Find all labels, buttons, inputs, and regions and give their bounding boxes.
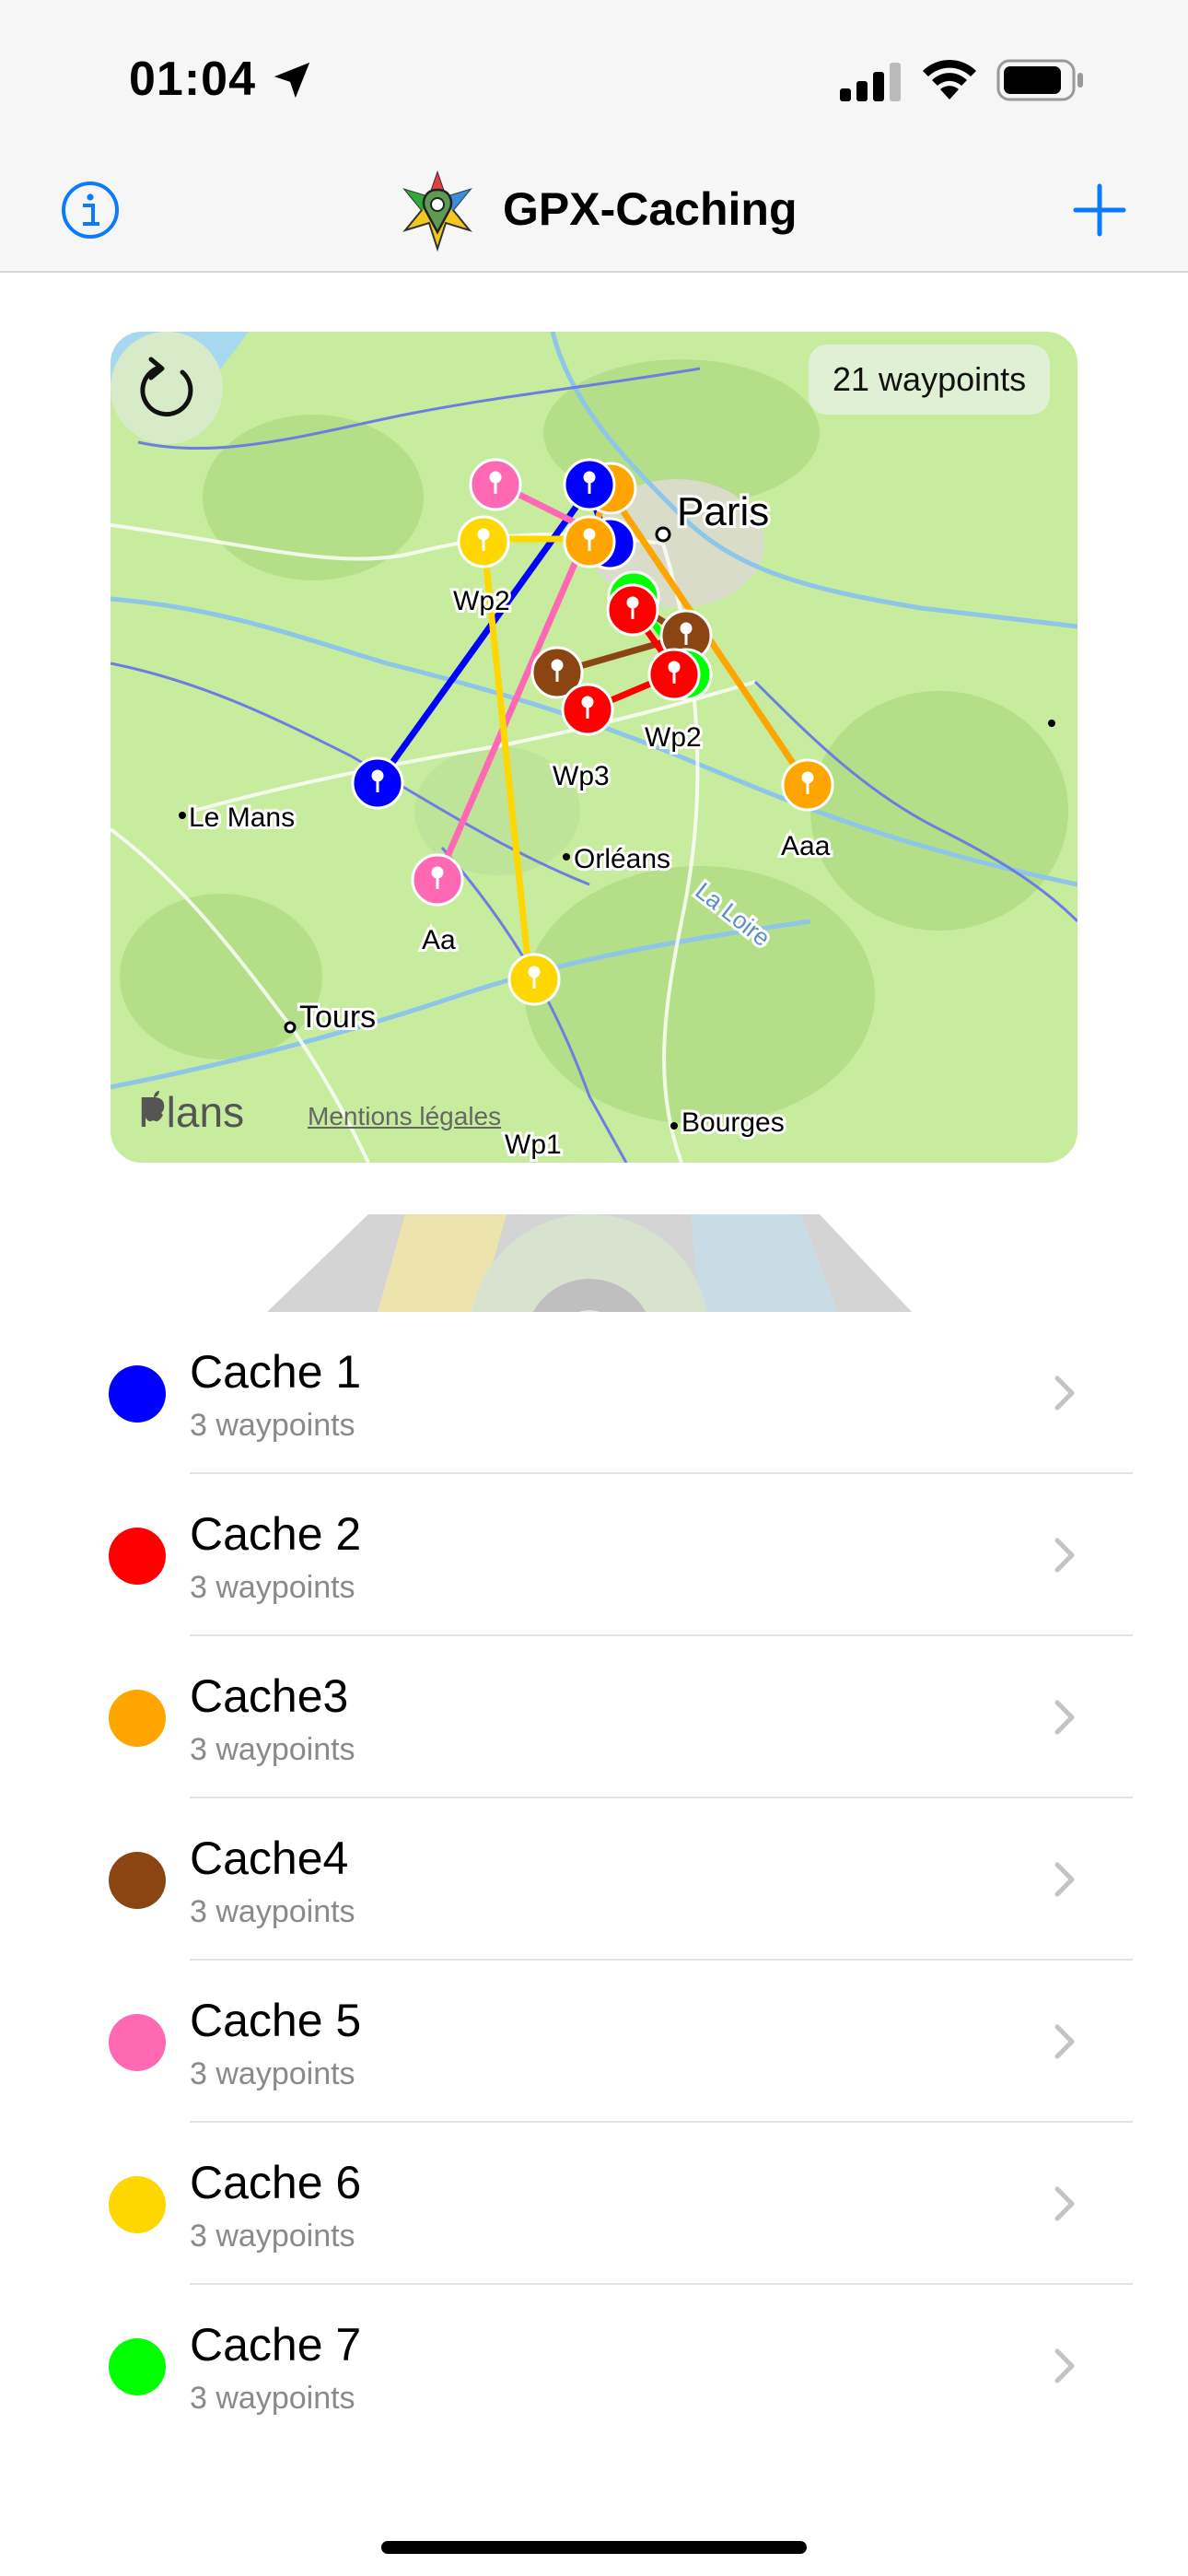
- waypoint-label-aaa: Aaa: [781, 831, 831, 861]
- apple-logo-icon: [142, 1091, 163, 1122]
- list-item[interactable]: Cache4 3 waypoints: [0, 1798, 1188, 1961]
- cache-color-dot: [109, 1528, 166, 1585]
- waypoint-count-badge: 21 waypoints: [809, 345, 1051, 415]
- list-item[interactable]: Cache 7 3 waypoints: [0, 2285, 1188, 2447]
- map-labels: Paris Le Mans Orléans Tours Bourges La L…: [186, 486, 833, 1163]
- list-item[interactable]: Cache 2 3 waypoints: [0, 1474, 1188, 1636]
- chevron-right-icon: [1054, 1376, 1075, 1411]
- cache-color-dot: [109, 2176, 166, 2233]
- cache-list: Cache 1 3 waypoints Cache 2 3 waypoints …: [0, 1312, 1188, 2447]
- list-item[interactable]: Cache 1 3 waypoints: [0, 1312, 1188, 1474]
- cache-name: Cache4: [190, 1832, 349, 1884]
- cache-name: Cache 7: [190, 2319, 362, 2371]
- chevron-right-icon: [1054, 1700, 1075, 1735]
- cache-waypoint-count: 3 waypoints: [190, 2056, 355, 2091]
- cache-color-dot: [109, 2338, 166, 2395]
- cache-color-dot: [109, 1690, 166, 1747]
- add-icon[interactable]: [1072, 182, 1127, 238]
- cache-name: Cache 1: [190, 1346, 362, 1398]
- city-label-paris: Paris: [677, 489, 769, 534]
- home-indicator[interactable]: [381, 2541, 807, 2554]
- waypoint-label-wp2-yellow: Wp2: [453, 586, 510, 616]
- map-view[interactable]: Paris Le Mans Orléans Tours Bourges La L…: [111, 332, 1077, 1163]
- logo-watermark-icon: [267, 1214, 912, 1312]
- chevron-right-icon: [1054, 2024, 1075, 2059]
- list-item[interactable]: Cache 6 3 waypoints: [0, 2123, 1188, 2285]
- list-item[interactable]: Cache 5 3 waypoints: [0, 1961, 1188, 2123]
- chevron-right-icon: [1054, 2348, 1075, 2383]
- cache-waypoint-count: 3 waypoints: [190, 1408, 355, 1443]
- city-label-orleans: Orléans: [574, 844, 670, 874]
- list-item[interactable]: Cache3 3 waypoints: [0, 1636, 1188, 1798]
- cache-waypoint-count: 3 waypoints: [190, 1732, 355, 1767]
- map-attribution: Plans: [138, 1087, 244, 1137]
- navigation-bar: GPX-Caching: [0, 157, 1188, 273]
- page-title: GPX-Caching: [503, 183, 798, 235]
- cache-name: Cache3: [190, 1670, 349, 1722]
- battery-icon: [996, 59, 1083, 101]
- refresh-icon[interactable]: [111, 332, 223, 444]
- waypoint-label-wp3: Wp3: [553, 761, 610, 791]
- chevron-right-icon: [1054, 1862, 1075, 1897]
- cache-color-dot: [109, 1852, 166, 1909]
- legal-link[interactable]: Mentions légales: [308, 1102, 501, 1131]
- wifi-icon: [923, 59, 976, 100]
- cache-waypoint-count: 3 waypoints: [190, 1570, 355, 1605]
- chevron-right-icon: [1054, 2186, 1075, 2221]
- app-logo-icon: [402, 170, 472, 252]
- city-label-le-mans: Le Mans: [189, 802, 295, 833]
- status-time: 01:04: [129, 53, 256, 106]
- chevron-right-icon: [1054, 1538, 1075, 1573]
- cache-name: Cache 2: [190, 1508, 362, 1560]
- waypoint-label-aa: Aa: [422, 925, 456, 955]
- city-label-tours: Tours: [299, 1000, 376, 1035]
- cellular-signal-icon: [840, 63, 901, 101]
- river-label-loire: La Loire: [691, 877, 776, 952]
- waypoint-label-wp2-red: Wp2: [645, 722, 702, 753]
- status-bar: 01:04: [0, 0, 1188, 157]
- cache-name: Cache 5: [190, 1995, 362, 2046]
- cache-waypoint-count: 3 waypoints: [190, 2219, 355, 2254]
- cache-color-dot: [109, 1365, 166, 1423]
- city-label-bourges: Bourges: [681, 1107, 785, 1138]
- cache-waypoint-count: 3 waypoints: [190, 2381, 355, 2416]
- cache-name: Cache 6: [190, 2157, 362, 2208]
- location-arrow-icon: [274, 62, 310, 99]
- waypoint-label-wp1: Wp1: [505, 1130, 562, 1160]
- logo-watermark: [267, 1214, 912, 1312]
- cache-color-dot: [109, 2014, 166, 2071]
- cache-waypoint-count: 3 waypoints: [190, 1894, 355, 1929]
- info-icon[interactable]: [61, 181, 120, 240]
